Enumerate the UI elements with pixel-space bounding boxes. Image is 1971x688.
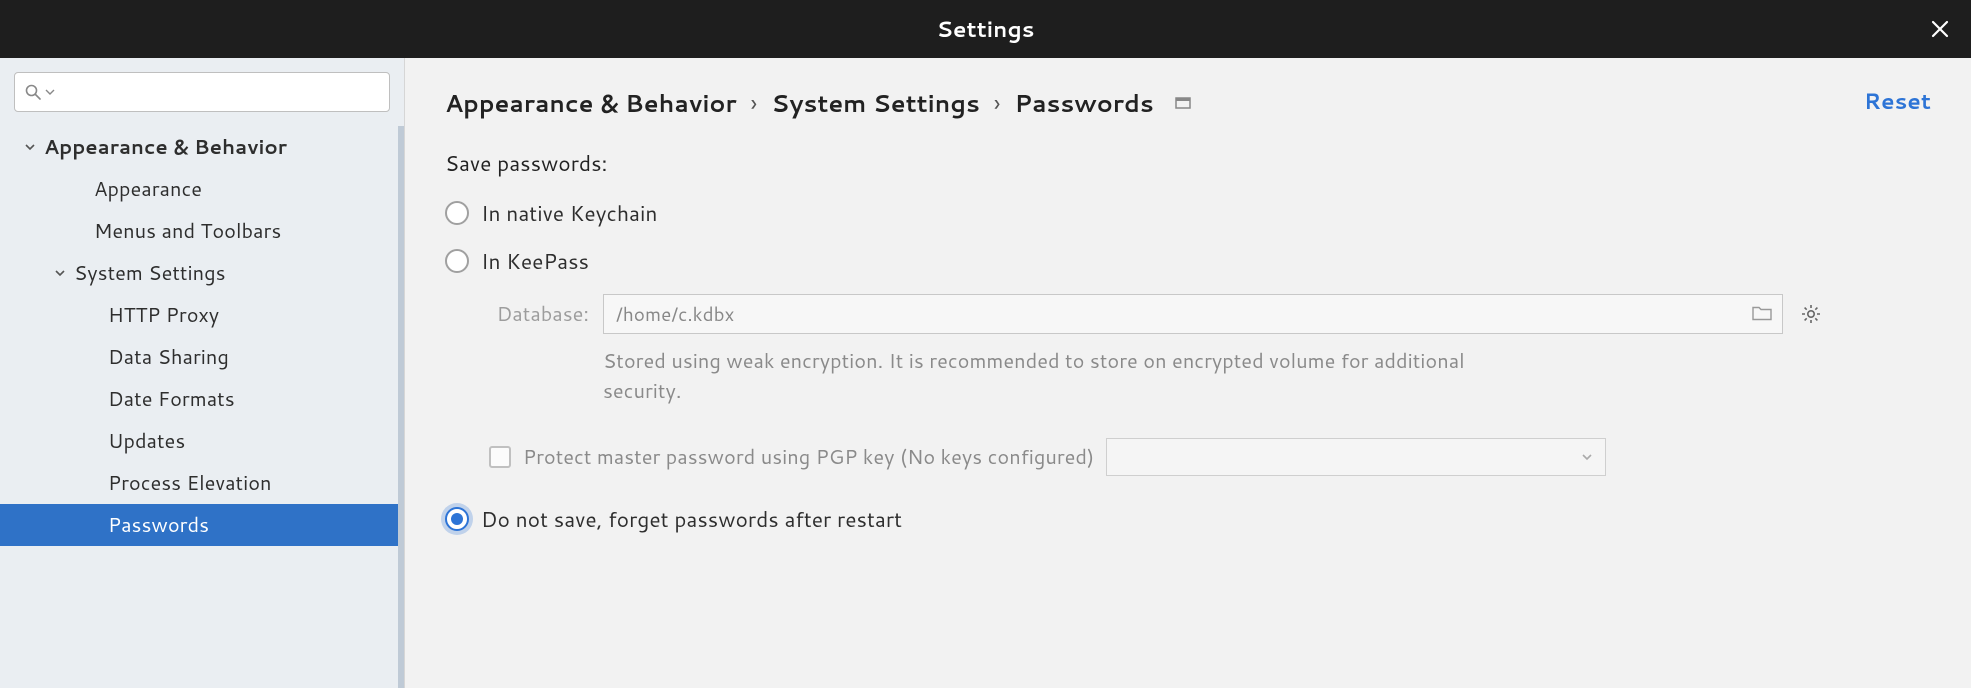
tree-item-label: Menus and Toolbars [94,217,281,245]
chevron-down-icon [1581,451,1593,463]
breadcrumb: Appearance & Behavior › System Settings … [445,86,1931,120]
tree-item-label: Process Elevation [108,469,272,497]
window-title: Settings [937,14,1035,45]
tree-item-updates[interactable]: Updates [0,420,404,462]
breadcrumb-part[interactable]: Appearance & Behavior [445,86,737,120]
radio-label: Do not save, forget passwords after rest… [481,504,902,534]
tree-item-label: Appearance [94,175,202,203]
protect-pgp-row: Protect master password using PGP key (N… [489,438,1931,476]
tree-item-process-elevation[interactable]: Process Elevation [0,462,404,504]
search-input[interactable] [59,82,379,103]
breadcrumb-separator: › [751,86,758,120]
radio-icon [445,249,469,273]
breadcrumb-part: Passwords [1014,86,1153,120]
titlebar: Settings [0,0,1971,58]
tree-item-label: HTTP Proxy [108,301,219,329]
close-icon [1931,20,1949,38]
sidebar: Appearance & Behavior Appearance Menus a… [0,58,405,688]
reset-button[interactable]: Reset [1864,86,1931,117]
section-heading: Save passwords: [445,148,1931,178]
main-panel: Appearance & Behavior › System Settings … [405,58,1971,688]
settings-tree: Appearance & Behavior Appearance Menus a… [0,126,404,688]
tree-item-label: Passwords [108,511,209,539]
tree-item-menus-toolbars[interactable]: Menus and Toolbars [0,210,404,252]
tree-item-appearance-behavior[interactable]: Appearance & Behavior [0,126,404,168]
breadcrumb-separator: › [994,86,1001,120]
close-button[interactable] [1925,14,1955,44]
tree-item-label: Data Sharing [108,343,229,371]
radio-native-keychain[interactable]: In native Keychain [445,198,1931,228]
tree-item-label: System Settings [74,259,226,287]
radio-keepass[interactable]: In KeePass [445,246,1931,276]
tree-item-date-formats[interactable]: Date Formats [0,378,404,420]
search-history-dropdown-icon[interactable] [45,87,55,97]
radio-icon [445,507,469,531]
tree-item-http-proxy[interactable]: HTTP Proxy [0,294,404,336]
chevron-down-icon [22,141,38,153]
tree-item-data-sharing[interactable]: Data Sharing [0,336,404,378]
database-label: Database: [489,300,589,328]
gear-icon [1800,303,1822,325]
tree-item-passwords[interactable]: Passwords [0,504,404,546]
database-path-value: /home/c.kdbx [616,301,734,328]
chevron-down-icon [52,267,68,279]
tree-item-appearance[interactable]: Appearance [0,168,404,210]
radio-label: In native Keychain [481,198,657,228]
keepass-settings-button[interactable] [1797,300,1825,328]
radio-do-not-save[interactable]: Do not save, forget passwords after rest… [445,504,1931,534]
folder-icon[interactable] [1752,301,1772,328]
protect-pgp-checkbox[interactable] [489,446,511,468]
tree-item-label: Date Formats [108,385,235,413]
tree-item-label: Updates [108,427,185,455]
search-icon [25,84,41,100]
expand-icon[interactable] [1174,86,1192,120]
database-path-input[interactable]: /home/c.kdbx [603,294,1783,334]
radio-label: In KeePass [481,246,589,276]
search-input-container[interactable] [14,72,390,112]
breadcrumb-part[interactable]: System Settings [771,86,980,120]
radio-icon [445,201,469,225]
pgp-key-select[interactable] [1106,438,1606,476]
encryption-hint: Stored using weak encryption. It is reco… [603,346,1523,406]
tree-item-label: Appearance & Behavior [44,133,287,161]
tree-item-system-settings[interactable]: System Settings [0,252,404,294]
protect-pgp-label: Protect master password using PGP key (N… [523,443,1094,471]
